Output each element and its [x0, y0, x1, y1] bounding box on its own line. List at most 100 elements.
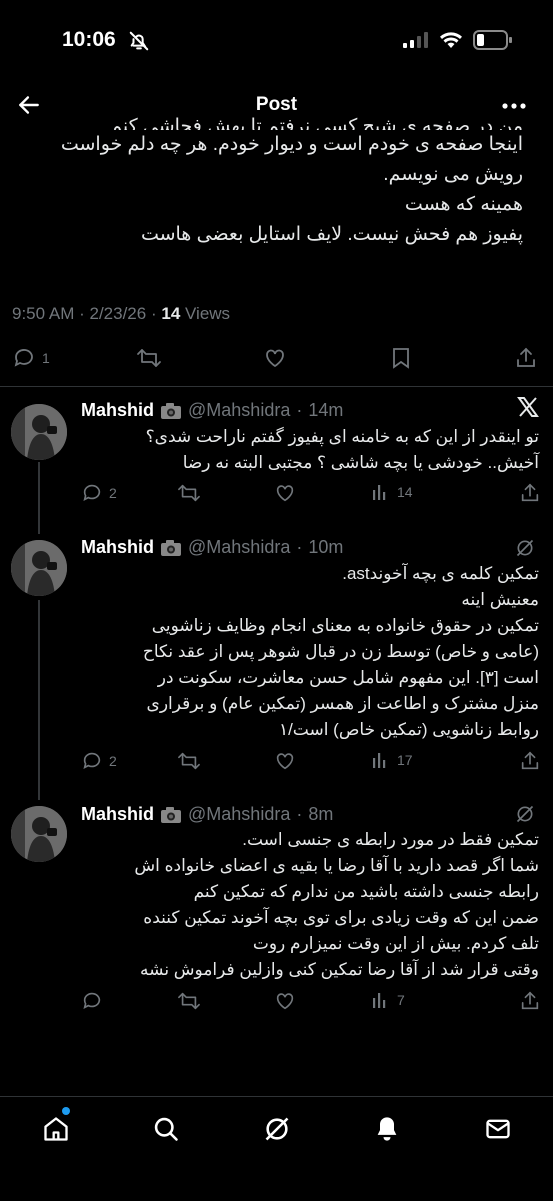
reply-line: منزل مشترک و اطاعت از همسر (تمکین عام) و… [146, 694, 539, 713]
views-icon [373, 993, 386, 1008]
reply-header: Mahshid @Mahshidra · 10m [81, 537, 344, 558]
nav-home[interactable] [42, 1107, 70, 1143]
share-icon [521, 991, 539, 1010]
reply-actions: 7 [81, 990, 541, 1016]
author-name[interactable]: Mahshid [81, 400, 154, 421]
share-button[interactable] [514, 346, 538, 370]
share-button[interactable] [519, 990, 541, 1012]
avatar[interactable] [11, 404, 67, 460]
main-post-text: من در صفحه ی شیچ کسی نرفتم تا بهش فحاشی … [20, 116, 523, 250]
bottom-nav [0, 1096, 553, 1201]
avatar[interactable] [11, 540, 67, 596]
like-button[interactable] [273, 990, 297, 1012]
post-line: پفیوز هم فحش نیست. لایف استایل بعضی هاست [140, 224, 523, 245]
repost-button[interactable] [177, 482, 201, 504]
bookmark-button[interactable] [390, 346, 412, 370]
nav-search[interactable] [152, 1115, 180, 1143]
reply-line: معنیش اینه [461, 590, 539, 609]
repost-button[interactable] [136, 346, 162, 370]
reply-icon [14, 349, 33, 367]
reply-line: (عامی و خاص) توسط زن در قبال شوهر پس از … [142, 642, 539, 661]
post-line: رویش می نویسم. [383, 164, 523, 185]
reply-actions: 2 17 [81, 750, 541, 776]
views-button[interactable]: 17 [371, 750, 413, 770]
divider [0, 386, 553, 387]
reply-header: Mahshid @Mahshidra · 14m [81, 400, 344, 421]
repost-button[interactable] [177, 750, 201, 772]
like-button[interactable] [262, 346, 288, 370]
reply-line: روابط زناشویی (تمکین خاص) است/۱ [278, 720, 539, 739]
author-name[interactable]: Mahshid [81, 537, 154, 558]
post-meta: 9:50 AM · 2/23/26 · 14 Views [12, 304, 231, 323]
reply-line: تمکین در حقوق خانواده به معنای انجام وظا… [151, 616, 539, 635]
reply-line: شما اگر قصد دارید با آقا رضا یا بقیه ی ا… [134, 856, 539, 875]
reply-text: تو اینقدر از این که به خامنه ای پفیوز گف… [81, 424, 539, 476]
repost-icon [178, 484, 200, 502]
grok-icon[interactable] [515, 804, 535, 824]
wifi-icon [440, 32, 462, 48]
messages-icon [486, 1119, 510, 1139]
reply-time[interactable]: 10m [308, 537, 343, 558]
views-button[interactable]: 14 [371, 482, 413, 502]
reply-text: تمکین کلمه ی بچه آخوندast. معنیش اینه تم… [81, 561, 539, 743]
reply-line: ضمن این که وقت زیادی برای توی بچه آخوند … [143, 908, 539, 927]
home-icon [44, 1117, 68, 1141]
post-line: همینه که هست [404, 194, 523, 215]
share-button[interactable] [519, 750, 541, 772]
repost-icon [178, 752, 200, 770]
nav-grok[interactable] [263, 1115, 291, 1143]
reply-line: آخیش.. خودشی یا بچه شاشی ؟ مجتبی البته ن… [182, 453, 539, 472]
reply-count: 2 [109, 753, 117, 769]
reply-button[interactable]: 1 [12, 346, 50, 370]
thread-line [38, 600, 40, 800]
views-button[interactable]: 7 [371, 990, 405, 1010]
reply-button[interactable]: 2 [81, 750, 117, 772]
reply-line: تلف کردم. بیش از این وقت نمیزارم روت [252, 934, 539, 953]
bookmark-icon [393, 348, 409, 369]
nav-messages[interactable] [484, 1115, 512, 1143]
author-handle[interactable]: @Mahshidra [188, 400, 290, 421]
heart-icon [266, 349, 284, 368]
views-count: 17 [397, 752, 413, 768]
share-icon [517, 347, 535, 367]
battery-icon [473, 30, 512, 50]
thread-line [38, 462, 40, 534]
notifications-icon [377, 1117, 397, 1141]
reply-actions: 2 14 [81, 482, 541, 508]
reply-line: وقتی قرار شد از آقا رضا تمکین کنی وازلین… [140, 960, 539, 979]
reply-time[interactable]: 14m [308, 400, 343, 421]
author-name[interactable]: Mahshid [81, 804, 154, 825]
repost-icon [137, 349, 161, 367]
views-label[interactable]: Views [185, 304, 230, 323]
silent-mode-icon [128, 30, 150, 52]
like-button[interactable] [273, 482, 297, 504]
author-handle[interactable]: @Mahshidra [188, 537, 290, 558]
views-count: 7 [397, 992, 405, 1008]
reply-icon [83, 992, 101, 1009]
repost-icon [178, 992, 200, 1010]
reply-count: 2 [109, 485, 117, 501]
camera-icon [160, 539, 182, 557]
main-post-actions: 1 [12, 344, 542, 372]
camera-icon [160, 402, 182, 420]
reply-icon [83, 484, 101, 501]
grok-icon[interactable] [515, 538, 535, 558]
author-handle[interactable]: @Mahshidra [188, 804, 290, 825]
reply-line: است [۳]. این مفهوم شامل حسن معاشرت، سکون… [157, 668, 539, 687]
avatar[interactable] [11, 806, 67, 862]
reply-button[interactable] [81, 990, 109, 1012]
views-count: 14 [397, 484, 413, 500]
post-line: من در صفحه ی شیچ کسی نرفتم تا بهش فحاشی … [110, 116, 523, 130]
share-button[interactable] [519, 482, 541, 504]
nav-notifications[interactable] [373, 1115, 401, 1143]
views-count: 14 [161, 304, 181, 323]
signal-icon [403, 32, 428, 48]
reply-button[interactable]: 2 [81, 482, 117, 504]
like-button[interactable] [273, 750, 297, 772]
reply-time[interactable]: 8m [308, 804, 333, 825]
post-date: 2/23/26 [89, 304, 147, 323]
share-icon [521, 483, 539, 502]
views-icon [373, 485, 386, 500]
x-logo-icon[interactable] [517, 396, 539, 418]
repost-button[interactable] [177, 990, 201, 1012]
